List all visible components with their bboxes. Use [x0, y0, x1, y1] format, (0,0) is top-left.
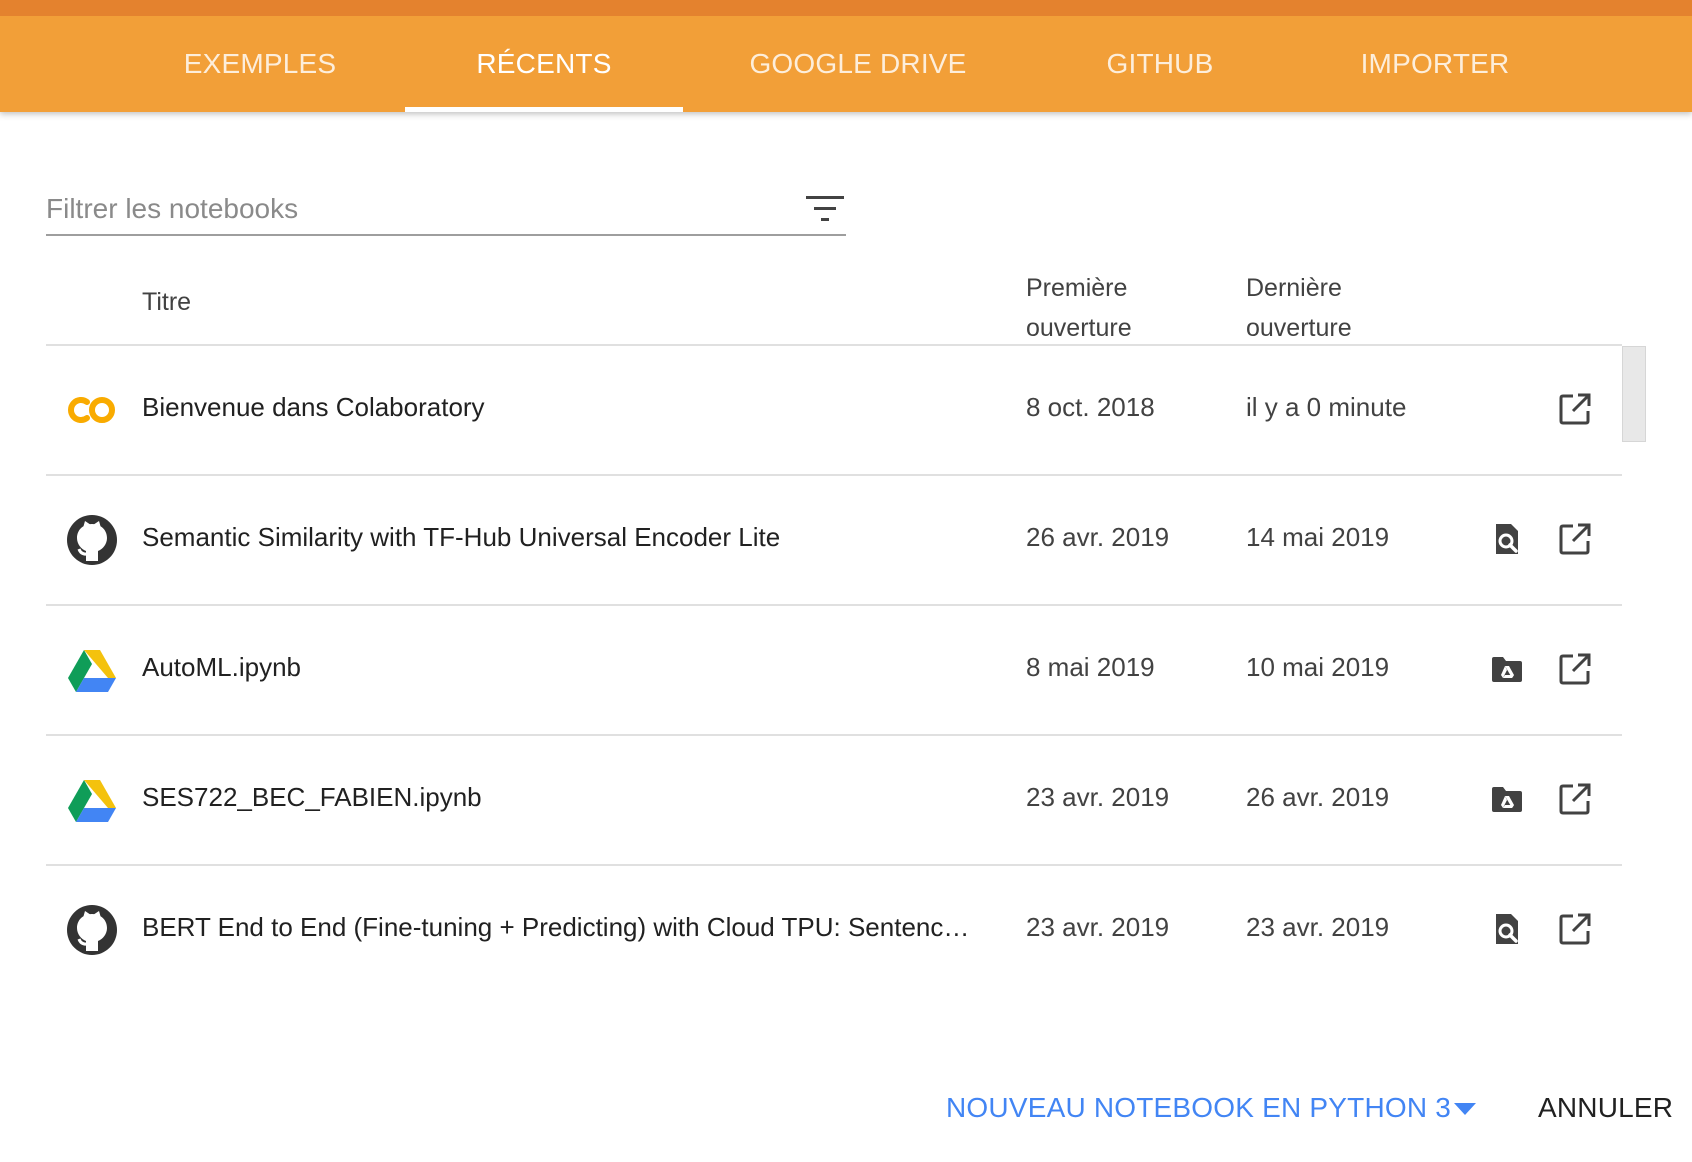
tab-github[interactable]: GITHUB: [1090, 16, 1230, 112]
column-header-first-opened-line2: ouverture: [1026, 314, 1132, 342]
table-row[interactable]: Bienvenue dans Colaboratory 8 oct. 2018 …: [46, 346, 1622, 476]
tab-importer[interactable]: IMPORTER: [1350, 16, 1520, 112]
tab-google-drive[interactable]: GOOGLE DRIVE: [740, 16, 976, 112]
notebook-list: Bienvenue dans Colaboratory 8 oct. 2018 …: [46, 346, 1622, 994]
tab-bar-stripe: [0, 0, 1692, 16]
column-header-title[interactable]: Titre: [142, 288, 191, 317]
column-header-first-opened-line1: Première: [1026, 274, 1128, 302]
colab-icon: [68, 397, 115, 423]
last-opened-date: 26 avr. 2019: [1246, 782, 1390, 812]
filter-input[interactable]: [46, 186, 766, 232]
first-opened-date: 23 avr. 2019: [1026, 782, 1170, 812]
table-row[interactable]: BERT End to End (Fine-tuning + Predictin…: [46, 866, 1622, 994]
table-row[interactable]: Semantic Similarity with TF-Hub Universa…: [46, 476, 1622, 606]
open-in-new-icon[interactable]: [1558, 912, 1592, 946]
first-opened-date: 8 mai 2019: [1026, 652, 1155, 682]
tab-recents-label: RÉCENTS: [476, 48, 612, 79]
open-in-new-icon[interactable]: [1558, 392, 1592, 426]
notebook-title[interactable]: AutoML.ipynb: [142, 652, 301, 683]
cancel-button[interactable]: ANNULER: [1538, 1092, 1673, 1124]
tab-bar: EXEMPLES RÉCENTS GOOGLE DRIVE GITHUB IMP…: [0, 0, 1692, 112]
table-row[interactable]: SES722_BEC_FABIEN.ipynb 23 avr. 2019 26 …: [46, 736, 1622, 866]
first-opened-date: 8 oct. 2018: [1026, 392, 1155, 422]
github-icon: [67, 515, 117, 565]
drive-folder-icon[interactable]: [1490, 782, 1524, 816]
column-header-first-opened[interactable]: Première ouverture: [1026, 268, 1132, 348]
table-header: Titre Première ouverture Dernière ouvert…: [46, 260, 1622, 346]
new-python3-notebook-button[interactable]: NOUVEAU NOTEBOOK EN PYTHON 3: [946, 1092, 1451, 1124]
google-drive-icon: [68, 780, 116, 822]
open-in-new-icon[interactable]: [1558, 782, 1592, 816]
google-drive-icon: [68, 650, 116, 692]
table-row[interactable]: AutoML.ipynb 8 mai 2019 10 mai 2019: [46, 606, 1622, 736]
first-opened-date: 26 avr. 2019: [1026, 522, 1170, 552]
column-header-last-opened-line2: ouverture: [1246, 314, 1352, 342]
last-opened-date: 14 mai 2019: [1246, 522, 1390, 552]
notebook-title[interactable]: Bienvenue dans Colaboratory: [142, 392, 485, 423]
last-opened-date: il y a 0 minute: [1246, 392, 1407, 422]
column-header-last-opened[interactable]: Dernière ouverture: [1246, 268, 1352, 348]
notebook-title[interactable]: BERT End to End (Fine-tuning + Predictin…: [142, 912, 982, 943]
view-on-github-icon[interactable]: [1490, 522, 1524, 556]
open-in-new-icon[interactable]: [1558, 522, 1592, 556]
notebook-title[interactable]: Semantic Similarity with TF-Hub Universa…: [142, 522, 780, 553]
filter-field: [46, 186, 846, 236]
active-tab-indicator: [405, 107, 683, 112]
first-opened-date: 23 avr. 2019: [1026, 912, 1170, 942]
drive-folder-icon[interactable]: [1490, 652, 1524, 686]
last-opened-date: 23 avr. 2019: [1246, 912, 1390, 942]
github-icon: [67, 905, 117, 955]
filter-list-icon[interactable]: [806, 194, 844, 224]
open-in-new-icon[interactable]: [1558, 652, 1592, 686]
tab-exemples[interactable]: EXEMPLES: [160, 16, 360, 112]
arrow-drop-down-icon[interactable]: [1452, 1100, 1478, 1118]
list-scrollbar-thumb[interactable]: [1622, 346, 1646, 442]
column-header-last-opened-line1: Dernière: [1246, 274, 1342, 302]
tab-recents[interactable]: RÉCENTS: [405, 16, 683, 112]
view-on-github-icon[interactable]: [1490, 912, 1524, 946]
notebook-title[interactable]: SES722_BEC_FABIEN.ipynb: [142, 782, 482, 813]
last-opened-date: 10 mai 2019: [1246, 652, 1390, 682]
